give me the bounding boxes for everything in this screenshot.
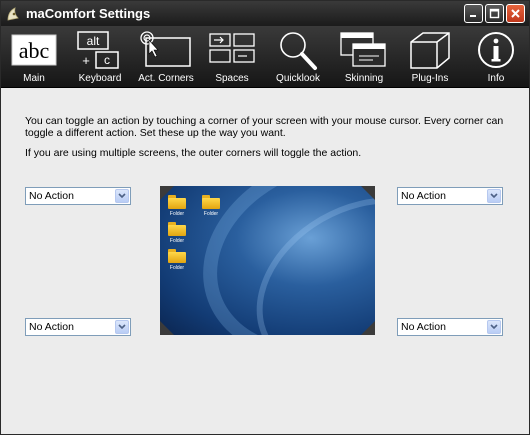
top-right-corner-value: No Action bbox=[401, 190, 446, 202]
tab-skinning[interactable]: Skinning bbox=[331, 26, 397, 88]
folder-icon: Folder bbox=[168, 195, 186, 217]
minimize-icon bbox=[470, 15, 476, 17]
chevron-down-icon bbox=[490, 193, 498, 199]
bottom-right-corner-value: No Action bbox=[401, 321, 446, 333]
info-icon bbox=[478, 32, 514, 68]
magnifier-icon bbox=[280, 32, 317, 70]
abc-text-icon: abc bbox=[11, 34, 57, 66]
tab-keyboard-label: Keyboard bbox=[78, 73, 122, 84]
bottom-right-hot-corner bbox=[361, 321, 375, 335]
tab-quicklook[interactable]: Quicklook bbox=[265, 26, 331, 88]
spaces-icon bbox=[209, 33, 255, 63]
tab-skinning-label: Skinning bbox=[344, 73, 384, 84]
close-icon bbox=[511, 9, 520, 18]
app-icon bbox=[7, 6, 19, 20]
bottom-left-hot-corner bbox=[160, 321, 174, 335]
tab-plug-ins[interactable]: Plug-Ins bbox=[397, 26, 463, 88]
top-left-dropdown-button[interactable] bbox=[115, 189, 129, 203]
tab-spaces-label: Spaces bbox=[215, 73, 249, 84]
multi-screen-note: If you are using multiple screens, the o… bbox=[25, 147, 362, 159]
top-left-corner-value: No Action bbox=[29, 190, 74, 202]
chevron-down-icon bbox=[490, 324, 498, 330]
tab-info-label: Info bbox=[487, 73, 505, 84]
skinning-windows-icon bbox=[340, 32, 386, 67]
desktop-preview: Folder Folder Folder Folder bbox=[160, 186, 375, 335]
svg-text:alt: alt bbox=[87, 34, 100, 48]
tab-plug-ins-label: Plug-Ins bbox=[411, 73, 449, 84]
maximize-icon bbox=[489, 8, 500, 19]
folder-icon: Folder bbox=[168, 222, 186, 244]
cube-icon bbox=[410, 32, 450, 69]
top-right-dropdown-button[interactable] bbox=[487, 189, 501, 203]
description-text: You can toggle an action by touching a c… bbox=[25, 115, 504, 139]
top-right-hot-corner bbox=[361, 186, 375, 200]
chevron-down-icon bbox=[118, 193, 126, 199]
toolbar: abc Main alt + c Keyboard Act. Corners S… bbox=[1, 26, 529, 88]
chevron-down-icon bbox=[118, 324, 126, 330]
title-bar[interactable]: maComfort Settings bbox=[1, 1, 529, 26]
window-title: maComfort Settings bbox=[26, 6, 151, 21]
folder-icon: Folder bbox=[168, 249, 186, 271]
keyboard-shortcut-icon: alt + c bbox=[77, 31, 119, 69]
close-button[interactable] bbox=[506, 4, 525, 23]
tab-act-corners-label: Act. Corners bbox=[138, 73, 194, 84]
bottom-left-corner-value: No Action bbox=[29, 321, 74, 333]
tab-act-corners[interactable]: Act. Corners bbox=[133, 26, 199, 88]
bottom-left-dropdown-button[interactable] bbox=[115, 320, 129, 334]
tab-main[interactable]: abc Main bbox=[1, 26, 67, 88]
bottom-right-corner-select[interactable]: No Action bbox=[397, 318, 503, 336]
folder-icon: Folder bbox=[202, 195, 220, 217]
tab-keyboard[interactable]: alt + c Keyboard bbox=[67, 26, 133, 88]
tab-quicklook-label: Quicklook bbox=[276, 73, 320, 84]
bottom-right-dropdown-button[interactable] bbox=[487, 320, 501, 334]
tab-spaces[interactable]: Spaces bbox=[199, 26, 265, 88]
tab-main-label: Main bbox=[23, 73, 45, 84]
svg-text:+: + bbox=[82, 53, 90, 68]
screen-corner-cursor-icon bbox=[140, 31, 191, 67]
minimize-button[interactable] bbox=[464, 4, 483, 23]
act-corners-panel: You can toggle an action by touching a c… bbox=[1, 89, 529, 434]
svg-text:c: c bbox=[104, 53, 110, 67]
svg-text:abc: abc bbox=[19, 38, 50, 63]
top-left-corner-select[interactable]: No Action bbox=[25, 187, 131, 205]
tab-info[interactable]: Info bbox=[463, 26, 529, 88]
bottom-left-corner-select[interactable]: No Action bbox=[25, 318, 131, 336]
maximize-button[interactable] bbox=[485, 4, 504, 23]
top-right-corner-select[interactable]: No Action bbox=[397, 187, 503, 205]
settings-window: maComfort Settings abc Main alt + c Keyb… bbox=[0, 0, 530, 435]
